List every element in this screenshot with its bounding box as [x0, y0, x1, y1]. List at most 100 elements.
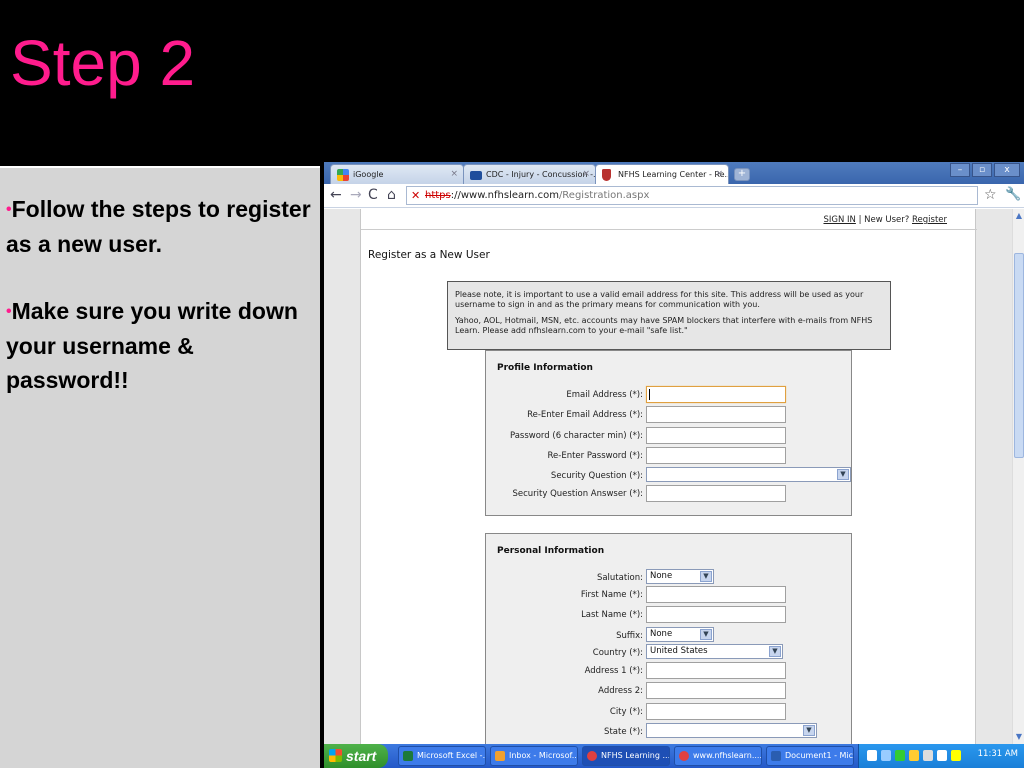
bookmark-star-icon[interactable]: ☆ [984, 187, 997, 203]
field-label: State (*): [604, 727, 643, 737]
excel-icon [403, 751, 413, 761]
tab-label: NFHS Learning Center - Re... [618, 170, 729, 179]
select-value: United States [650, 646, 708, 656]
last-name-row: Last Name (*): [486, 606, 853, 624]
igoogle-icon [337, 169, 349, 181]
page-heading: Register as a New User [368, 249, 490, 261]
chevron-down-icon: ▼ [700, 629, 712, 640]
security-answer-field[interactable] [646, 485, 786, 502]
state-select[interactable]: ▼ [646, 723, 817, 738]
close-icon[interactable]: × [715, 169, 723, 179]
tray-app-icon[interactable] [937, 750, 947, 761]
select-value: None [650, 571, 673, 581]
salutation-row: Salutation: None ▼ [486, 569, 853, 587]
taskbar-item-nfhslearn[interactable]: www.nfhslearn.... [674, 746, 762, 766]
window-controls: – ▫ x [950, 163, 1020, 177]
reload-icon[interactable]: C [368, 187, 378, 203]
browser-toolbar: ← → C ⌂ ✕ https://www.nfhslearn.com/Regi… [324, 184, 1024, 208]
taskbar-item-nfhs[interactable]: NFHS Learning ... [582, 746, 670, 766]
city-row: City (*): [486, 703, 853, 721]
first-name-field[interactable] [646, 586, 786, 603]
tab-cdc[interactable]: CDC - Injury - Concussion -... × [463, 164, 596, 184]
close-window-button[interactable]: x [994, 163, 1020, 177]
scroll-down-icon[interactable]: ▼ [1014, 732, 1024, 742]
taskbar-item-excel[interactable]: Microsoft Excel -... [398, 746, 486, 766]
url-separator: :// [450, 190, 461, 201]
field-label: Re-Enter Password (*): [547, 451, 644, 461]
password-row: Password (6 character min) (*): [486, 427, 853, 445]
password-field[interactable] [646, 427, 786, 444]
notice-paragraph: Yahoo, AOL, Hotmail, MSN, etc. accounts … [455, 316, 873, 335]
city-field[interactable] [646, 703, 786, 720]
field-label: Security Question (*): [550, 471, 643, 481]
country-row: Country (*): United States ▼ [486, 644, 853, 662]
tab-igoogle[interactable]: iGoogle × [330, 164, 464, 184]
chevron-down-icon: ▼ [700, 571, 712, 582]
reenter-email-field[interactable] [646, 406, 786, 423]
antivirus-icon[interactable] [909, 750, 919, 761]
field-label: Re-Enter Email Address (*): [527, 410, 643, 420]
scroll-up-icon[interactable]: ▲ [1014, 211, 1024, 221]
start-button[interactable]: start [324, 744, 388, 768]
country-select[interactable]: United States ▼ [646, 644, 783, 659]
cdc-icon [470, 171, 482, 180]
slide-top-panel [326, 0, 1024, 160]
section-title: Profile Information [497, 363, 593, 373]
wrench-icon[interactable]: 🔧 [1005, 187, 1021, 202]
sign-in-link[interactable]: SIGN IN [823, 215, 855, 225]
salutation-select[interactable]: None ▼ [646, 569, 714, 584]
reenter-password-field[interactable] [646, 447, 786, 464]
reenter-password-row: Re-Enter Password (*): [486, 447, 853, 465]
field-label: Address 2: [598, 686, 643, 696]
field-label: First Name (*): [580, 590, 643, 600]
help-icon[interactable] [867, 750, 877, 761]
close-icon[interactable]: × [582, 169, 590, 179]
select-value: None [650, 629, 673, 639]
tab-nfhs[interactable]: NFHS Learning Center - Re... × [595, 164, 729, 185]
field-label: Country (*): [592, 648, 643, 658]
warning-icon[interactable] [951, 750, 961, 761]
home-icon[interactable]: ⌂ [387, 187, 396, 203]
security-icon[interactable] [895, 750, 905, 761]
word-icon [771, 751, 781, 761]
slide-title: Step 2 [10, 27, 196, 99]
register-link[interactable]: Register [912, 215, 947, 225]
network-icon[interactable] [881, 750, 891, 761]
system-tray: 11:31 AM [858, 744, 1024, 768]
new-tab-button[interactable]: + [734, 168, 750, 181]
address1-field[interactable] [646, 662, 786, 679]
address2-field[interactable] [646, 682, 786, 699]
security-question-row: Security Question (*): ▼ [486, 467, 853, 485]
minimize-button[interactable]: – [950, 163, 970, 177]
field-label: Password (6 character min) (*): [509, 431, 643, 441]
maximize-button[interactable]: ▫ [972, 163, 992, 177]
outlook-icon [495, 751, 505, 761]
taskbar-item-outlook[interactable]: Inbox - Microsof... [490, 746, 578, 766]
vertical-scrollbar[interactable]: ▲ ▼ [1012, 209, 1024, 744]
url-host: www.nfhslearn.com [460, 190, 559, 201]
nfhs-shield-icon [602, 169, 611, 181]
task-label: Inbox - Microsof... [509, 751, 578, 760]
task-label: www.nfhslearn.... [693, 751, 762, 760]
bullet-text: Make sure you write down your username &… [6, 298, 298, 393]
taskbar-item-word[interactable]: Document1 - Mic... [766, 746, 854, 766]
browser-window: iGoogle × CDC - Injury - Concussion -...… [324, 162, 1024, 744]
task-label: NFHS Learning ... [601, 751, 670, 760]
address1-row: Address 1 (*): [486, 662, 853, 680]
task-label: Microsoft Excel -... [417, 751, 486, 760]
chevron-down-icon: ▼ [769, 646, 781, 657]
forward-icon[interactable]: → [350, 187, 362, 203]
last-name-field[interactable] [646, 606, 786, 623]
email-field[interactable] [646, 386, 786, 403]
field-label: Email Address (*): [566, 390, 643, 400]
volume-icon[interactable] [923, 750, 933, 761]
email-row: Email Address (*): [486, 386, 853, 404]
close-icon[interactable]: × [450, 169, 458, 179]
address-bar[interactable]: ✕ https://www.nfhslearn.com/Registration… [406, 186, 978, 205]
security-question-select[interactable]: ▼ [646, 467, 851, 482]
scroll-thumb[interactable] [1014, 253, 1024, 458]
field-label: Security Question Answser (*): [512, 489, 643, 499]
back-icon[interactable]: ← [330, 187, 342, 203]
field-label: City (*): [609, 707, 643, 717]
suffix-select[interactable]: None ▼ [646, 627, 714, 642]
